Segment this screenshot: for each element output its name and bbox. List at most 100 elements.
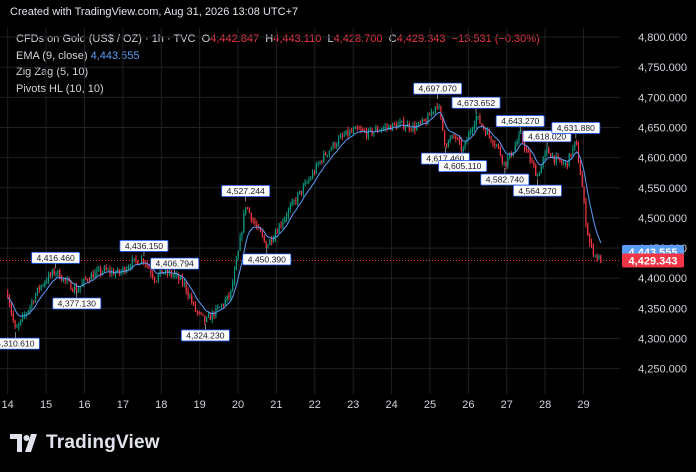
candle-body	[254, 220, 256, 225]
candle-body	[47, 274, 50, 282]
candle-body	[263, 235, 265, 241]
candle-body	[312, 172, 314, 179]
time-tick-label: 22	[309, 399, 321, 411]
candle-body	[295, 200, 297, 203]
candle-body	[598, 255, 600, 260]
candle-body	[155, 280, 158, 282]
candle-body	[486, 130, 488, 135]
pivot-value: 4,310.610	[0, 339, 35, 349]
candle-body	[382, 127, 384, 130]
candle-body	[276, 232, 278, 234]
candle-body	[540, 165, 542, 174]
candle-body	[494, 144, 496, 146]
candle-body	[42, 285, 44, 287]
candle-body	[287, 209, 290, 217]
candle-body	[306, 182, 308, 184]
candle-body	[354, 127, 356, 130]
pivot-value: 4,416.460	[37, 253, 75, 263]
candle-body	[176, 274, 178, 276]
candle-body	[315, 164, 317, 174]
candle-body	[189, 296, 191, 298]
candle-body	[520, 132, 522, 134]
price-chart[interactable]: 4,310.610 4,416.460 4,377.130 4,436.150 4,40…	[0, 0, 696, 472]
candle-body	[209, 314, 211, 320]
candle-body	[563, 162, 565, 164]
candle-body	[330, 148, 332, 151]
tradingview-logo-icon	[10, 434, 37, 452]
candle-body	[589, 234, 591, 243]
candle-body	[470, 131, 472, 133]
candle-body	[432, 111, 435, 113]
time-tick-label: 17	[117, 399, 129, 411]
candle-body	[204, 315, 206, 322]
candle-body	[401, 120, 403, 123]
candle-body	[133, 258, 135, 260]
candle-body	[285, 216, 288, 219]
time-tick-label: 16	[78, 399, 90, 411]
candle-body	[85, 278, 87, 280]
chart-grid	[0, 28, 620, 394]
candle-body	[193, 302, 195, 304]
candle-body	[332, 142, 334, 149]
candle-body	[207, 314, 210, 318]
candle-body	[206, 317, 208, 322]
candle-body	[51, 270, 53, 276]
candle-body	[410, 129, 412, 131]
candle-body	[352, 129, 355, 133]
candle-body	[280, 224, 282, 226]
candle-body	[12, 313, 14, 321]
pivot-value: 4,324.230	[186, 331, 224, 341]
candle-series	[7, 102, 602, 331]
candle-body	[96, 270, 98, 273]
candle-body	[457, 138, 459, 140]
candle-body	[445, 143, 448, 147]
candle-body	[148, 265, 150, 269]
candle-body	[581, 174, 583, 187]
price-tick-label: 4,800.000	[638, 32, 687, 44]
candle-body	[170, 271, 172, 276]
time-tick-label: 15	[40, 399, 52, 411]
candle-body	[583, 186, 585, 202]
candle-body	[272, 238, 275, 242]
pivot-label: 4,324.230	[180, 323, 230, 342]
candle-body	[464, 141, 466, 149]
candle-body	[399, 122, 401, 125]
pivot-value: 4,527.244	[227, 186, 265, 196]
candle-body	[503, 161, 505, 163]
candle-body	[222, 304, 224, 306]
candle-body	[367, 129, 369, 138]
candle-body	[74, 286, 76, 292]
candle-body	[574, 141, 576, 148]
candle-body	[497, 144, 500, 148]
candle-body	[349, 131, 351, 136]
time-axis[interactable]: 14 15 16 17 18 19 20 21 22 23 24 25 26 27 28 29	[2, 399, 590, 411]
tradingview-logo: TradingView	[10, 432, 160, 454]
candle-body	[525, 149, 528, 151]
candle-body	[386, 126, 388, 128]
pivot-label: 4,406.794	[150, 257, 200, 275]
price-tick-label: 4,700.000	[638, 92, 687, 104]
candle-body	[49, 274, 52, 276]
candle-body	[7, 293, 9, 298]
pivot-value: 4,697.070	[419, 84, 457, 94]
candle-body	[92, 273, 94, 279]
candle-body	[458, 138, 461, 142]
candle-body	[499, 147, 502, 156]
price-tick-label: 4,250.000	[638, 364, 687, 376]
time-tick-label: 20	[232, 399, 244, 411]
candle-body	[282, 221, 284, 226]
candle-body	[191, 296, 193, 303]
candle-body	[412, 124, 414, 131]
pivot-value: 4,377.130	[58, 299, 96, 309]
candle-body	[29, 305, 31, 311]
price-axis[interactable]: 4,800.000 4,750.000 4,700.000 4,650.000 4,60…	[638, 32, 687, 376]
candle-body	[417, 122, 420, 126]
candle-body	[548, 148, 550, 154]
price-tag-text: 4,429.343	[629, 256, 678, 268]
candle-body	[351, 131, 353, 133]
price-tick-label: 4,750.000	[638, 62, 687, 74]
candle-body	[10, 304, 12, 314]
candle-body	[416, 125, 418, 131]
candle-body	[302, 185, 304, 194]
candle-body	[492, 141, 494, 145]
